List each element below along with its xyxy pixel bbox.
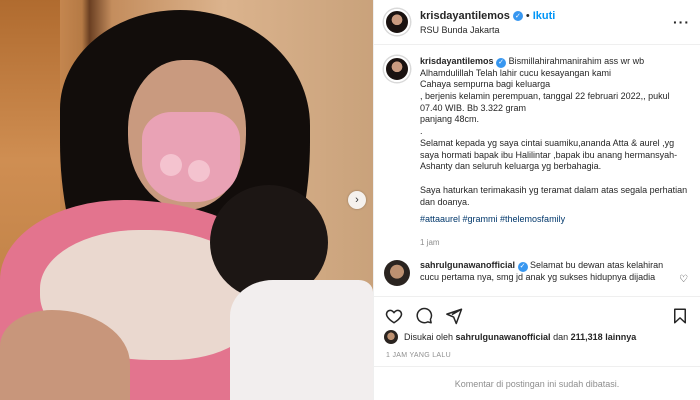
caption-line: Ashanty dan seluruh keluarga yg berbahag… [420, 161, 602, 172]
chevron-right-icon: › [355, 194, 359, 206]
post-photo[interactable]: › [0, 0, 373, 400]
action-bar [374, 296, 700, 334]
comments-limited-notice: Komentar di postingan ini sudah dibatasi… [374, 366, 700, 400]
verified-badge-icon: ✓ [512, 10, 523, 21]
comments-area[interactable]: krisdayantilemos ✓ Bismillahirahmanirahi… [374, 46, 700, 290]
share-button[interactable] [444, 306, 464, 326]
comment-text-2: cucu pertama nya, smg jd anak yg sukses … [420, 272, 656, 283]
likes-middle: dan [553, 332, 569, 342]
caption-line: saya hormati bapak ibu Halilintar ,bapak… [420, 149, 678, 160]
commenter-avatar[interactable] [384, 260, 410, 287]
share-icon [446, 308, 463, 324]
caption: krisdayantilemos ✓ Bismillahirahmanirahi… [384, 56, 690, 248]
likes-count[interactable]: 211,318 [571, 332, 603, 342]
pink-mask-shape [142, 112, 240, 202]
follow-button[interactable]: Ikuti [533, 10, 556, 22]
caption-line: Alhamdulillah Telah lahir cucu kesayanga… [420, 67, 611, 78]
caption-line: Bismillahirahmanirahim ass wr wb [508, 56, 645, 66]
post-time-ago[interactable]: 1 JAM YANG LALU [386, 352, 451, 359]
comment-icon [416, 307, 433, 323]
white-cloth-shape [230, 280, 373, 400]
caption-line: 07.40 WIB. Bb 3.322 gram [420, 102, 527, 113]
separator-dot: • [525, 9, 530, 22]
comment-item: sahrulgunawanofficial ✓ Selamat bu dewan… [384, 260, 690, 287]
verified-badge-icon: ✓ [517, 261, 528, 272]
location-link[interactable]: RSU Bunda Jakarta [420, 25, 555, 35]
author-avatar[interactable] [384, 9, 410, 35]
likes-suffix[interactable]: lainnya [605, 332, 636, 342]
save-button[interactable] [670, 306, 690, 326]
heart-icon [385, 309, 403, 324]
comment-text: Selamat bu dewan atas kelahiran [530, 260, 664, 271]
caption-line: Selamat kepada yg saya cintai suamiku,an… [420, 137, 675, 148]
comment-button[interactable] [414, 306, 434, 326]
caption-avatar[interactable] [384, 56, 410, 82]
like-button[interactable] [384, 306, 404, 326]
caption-username[interactable]: krisdayantilemos [420, 56, 494, 66]
caption-line: . [420, 126, 423, 137]
more-options-icon[interactable]: ··· [673, 14, 690, 30]
caption-line: Saya haturkan terimakasih yg teramat dal… [420, 184, 688, 195]
author-username[interactable]: krisdayantilemos [420, 10, 510, 22]
verified-badge-icon: ✓ [496, 57, 507, 68]
caption-hashtags[interactable]: #attaaurel #grammi #thelemosfamily [420, 214, 687, 226]
next-photo-button[interactable]: › [348, 191, 366, 209]
post-side-panel: krisdayantilemos ✓ • Ikuti RSU Bunda Jak… [373, 0, 700, 400]
liker-avatar[interactable] [384, 330, 398, 344]
likes-summary: Disukai oleh sahrulgunawanofficial dan 2… [384, 330, 690, 344]
caption-time[interactable]: 1 jam [420, 238, 687, 248]
liker-username[interactable]: sahrulgunawanofficial [456, 332, 551, 342]
caption-line: dan doanya. [420, 196, 470, 207]
likes-prefix: Disukai oleh [404, 332, 454, 342]
caption-line: , berjenis kelamin perempuan, tanggal 22… [420, 91, 670, 102]
post-header: krisdayantilemos ✓ • Ikuti RSU Bunda Jak… [374, 0, 700, 45]
comment-like-icon[interactable]: ♡ [679, 274, 688, 285]
caption-line: panjang 48cm. [420, 114, 480, 125]
commenter-username[interactable]: sahrulgunawanofficial [420, 260, 515, 270]
bookmark-icon [674, 308, 686, 323]
caption-line: Cahaya sempurna bagi keluarga [420, 79, 551, 90]
